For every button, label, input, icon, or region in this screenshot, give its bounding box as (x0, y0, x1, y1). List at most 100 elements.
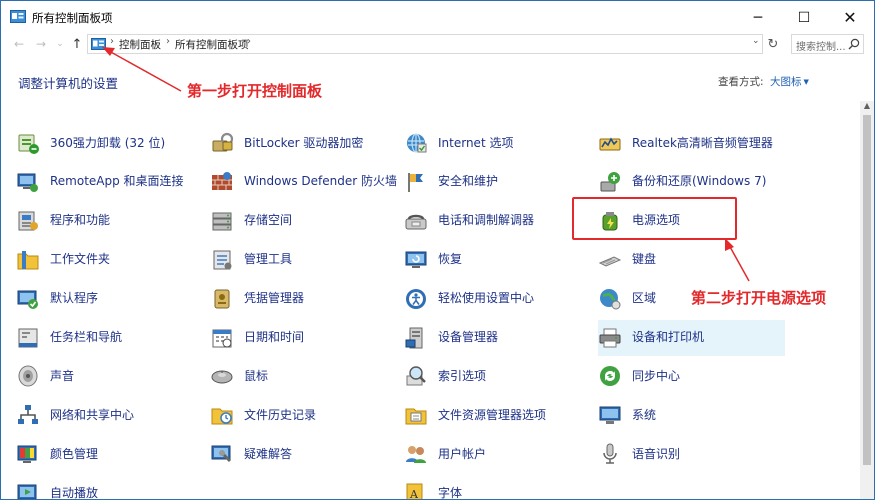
item-label: 设备管理器 (438, 330, 499, 344)
power-options-highlight-box (572, 197, 737, 240)
item-label: 系统 (632, 407, 657, 422)
control-panel-item[interactable]: BitLocker 驱动器加密 (210, 125, 397, 161)
scrollbar-thumb[interactable] (863, 115, 871, 465)
refresh-button[interactable]: ↻ (765, 34, 781, 54)
item-label: 电话和调制解调器 (438, 213, 535, 228)
remote-desktop-icon (17, 173, 38, 192)
scroll-up-icon[interactable]: ▲ (860, 101, 874, 113)
item-label: 安全和维护 (438, 174, 499, 189)
recent-locations-button[interactable]: ⌄ (55, 34, 65, 54)
control-panel-item[interactable]: 设备和打印机 (598, 319, 785, 356)
control-panel-item[interactable]: 索引选项 (404, 358, 591, 394)
control-panel-item[interactable]: 文件资源管理器选项 (404, 397, 591, 433)
item-label: 字体 (438, 485, 463, 500)
maximize-button[interactable]: ☐ (781, 1, 827, 34)
control-panel-item[interactable]: 程序和功能 (16, 203, 203, 239)
control-panel-item[interactable]: 任务栏和导航 (16, 320, 203, 356)
step2-annotation: 第二步打开电源选项 (691, 289, 827, 307)
file-history-icon (211, 408, 233, 425)
view-by-value: 大图标 (770, 76, 802, 88)
control-panel-item[interactable]: Internet 选项 (404, 125, 591, 161)
view-by-label: 查看方式: (718, 76, 764, 88)
uninstall-icon (18, 134, 39, 154)
system-icon (599, 406, 621, 425)
chevron-down-icon: ⌄ (56, 39, 64, 49)
item-label: 日期和时间 (244, 330, 305, 344)
control-panel-item[interactable]: 同步中心 (598, 358, 785, 394)
item-label: 存储空间 (244, 213, 293, 228)
title-bar: 所有控制面板项 ─ ☐ ✕ (1, 1, 874, 34)
back-button[interactable]: ← (12, 34, 26, 54)
autoplay-icon (17, 484, 37, 499)
address-dropdown-icon[interactable]: ⌄ (752, 36, 760, 46)
item-label: 语音识别 (632, 446, 681, 461)
item-label: 默认程序 (50, 291, 99, 306)
breadcrumb-control-panel[interactable]: 控制面板 (119, 37, 161, 52)
control-panel-item[interactable]: Windows Defender 防火墙 (210, 164, 397, 200)
control-panel-item[interactable]: A 字体 (404, 475, 591, 500)
control-panel-item[interactable]: 恢复 (404, 242, 591, 278)
item-label: 任务栏和导航 (50, 330, 123, 344)
network-icon (18, 405, 38, 425)
taskbar-icon (18, 328, 38, 347)
control-panel-item[interactable]: 日期和时间 (210, 320, 397, 356)
item-label: 用户帐户 (438, 446, 487, 461)
control-panel-item[interactable]: Realtek高清晰音频管理器 (598, 125, 785, 161)
address-bar[interactable]: › 控制面板 › 所有控制面板项 › ⌄ (87, 34, 763, 54)
control-panel-item[interactable]: 颜色管理 (16, 436, 203, 472)
backup-icon (600, 171, 620, 192)
item-label: Internet 选项 (438, 135, 514, 150)
item-label: 文件历史记录 (244, 407, 317, 422)
default-programs-icon (17, 290, 38, 309)
item-label: 键盘 (632, 252, 657, 267)
close-button[interactable]: ✕ (827, 1, 873, 34)
control-panel-item[interactable]: 语音识别 (598, 436, 785, 472)
control-panel-item[interactable]: 工作文件夹 (16, 242, 203, 278)
control-panel-item[interactable]: 管理工具 (210, 242, 397, 278)
control-panel-item[interactable]: RemoteApp 和桌面连接 (16, 164, 203, 200)
control-panel-item[interactable]: 备份和还原(Windows 7) (598, 164, 785, 200)
control-panel-item[interactable]: 用户帐户 (404, 436, 591, 472)
printer-icon (599, 328, 621, 347)
flag-icon (408, 172, 423, 192)
item-label: Windows Defender 防火墙 (244, 174, 397, 189)
maximize-icon: ☐ (797, 9, 811, 26)
breadcrumb-all-items[interactable]: 所有控制面板项 (175, 37, 249, 52)
control-panel-item[interactable]: 键盘 (598, 242, 785, 278)
control-panel-item[interactable]: 电话和调制解调器 (404, 203, 591, 239)
vertical-scrollbar[interactable]: ▲ (860, 101, 874, 499)
bitlocker-icon (212, 132, 234, 152)
control-panel-item[interactable]: 设备管理器 (404, 320, 591, 356)
control-panel-item[interactable]: 网络和共享中心 (16, 397, 203, 433)
item-label: 鼠标 (244, 368, 269, 383)
work-folders-icon (17, 250, 39, 270)
item-label: 设备和打印机 (632, 330, 705, 344)
forward-button[interactable]: → (34, 34, 48, 54)
control-panel-item[interactable]: 疑难解答 (210, 436, 397, 472)
minimize-button[interactable]: ─ (735, 1, 781, 34)
firewall-icon (212, 171, 232, 190)
control-panel-item[interactable]: 凭据管理器 (210, 281, 397, 317)
control-panel-item[interactable]: 安全和维护 (404, 164, 591, 200)
up-button[interactable]: ↑ (70, 34, 84, 54)
search-box[interactable]: 搜索控制... (791, 34, 864, 54)
control-panel-item[interactable]: 轻松使用设置中心 (404, 281, 591, 317)
control-panel-item[interactable]: 存储空间 (210, 203, 397, 239)
control-panel-item[interactable]: 自动播放 (16, 475, 203, 500)
item-label: 文件资源管理器选项 (438, 407, 547, 422)
window-title: 所有控制面板项 (32, 11, 113, 25)
control-panel-item[interactable]: 声音 (16, 358, 203, 394)
control-panel-item[interactable]: 360强力卸载 (32 位) (16, 125, 203, 161)
view-by-dropdown[interactable]: 大图标 ▼ (770, 74, 809, 89)
control-panel-item[interactable]: 系统 (598, 397, 785, 433)
svg-text:A: A (409, 488, 419, 500)
control-panel-item[interactable]: 鼠标 (210, 358, 397, 394)
item-label: 360强力卸载 (32 位) (50, 135, 166, 150)
control-panel-item[interactable]: 默认程序 (16, 281, 203, 317)
ease-of-access-icon (406, 288, 426, 309)
fonts-icon: A (406, 483, 423, 500)
item-label: 恢复 (438, 252, 463, 267)
control-panel-item[interactable]: 文件历史记录 (210, 397, 397, 433)
item-label: 自动播放 (50, 485, 99, 500)
explorer-options-icon (405, 408, 427, 425)
